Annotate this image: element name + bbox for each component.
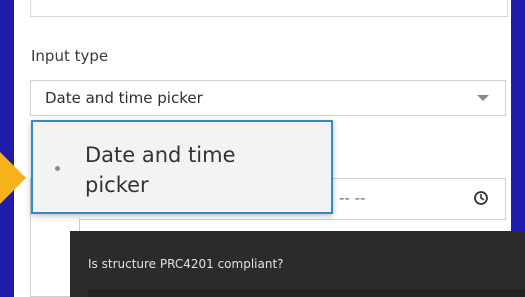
tooltip-divider	[88, 289, 525, 297]
tooltip-text: Is structure PRC4201 compliant?	[88, 257, 284, 271]
date-time-placeholder: -- --	[339, 189, 366, 207]
input-type-selected-value: Date and time picker	[45, 89, 203, 107]
chevron-down-icon[interactable]	[477, 95, 489, 101]
tooltip-popup: Is structure PRC4201 compliant?	[70, 231, 525, 297]
input-type-select[interactable]: Date and time picker	[30, 80, 506, 116]
pointer-arrow-icon	[0, 152, 26, 204]
input-type-label: Input type	[31, 47, 109, 65]
previous-field[interactable]	[30, 0, 508, 17]
bullet-icon	[55, 166, 60, 171]
dropdown-option-date-time-picker[interactable]: Date and time picker	[85, 140, 305, 200]
input-type-dropdown[interactable]: Date and time picker	[31, 120, 333, 214]
clock-icon[interactable]	[473, 190, 489, 206]
